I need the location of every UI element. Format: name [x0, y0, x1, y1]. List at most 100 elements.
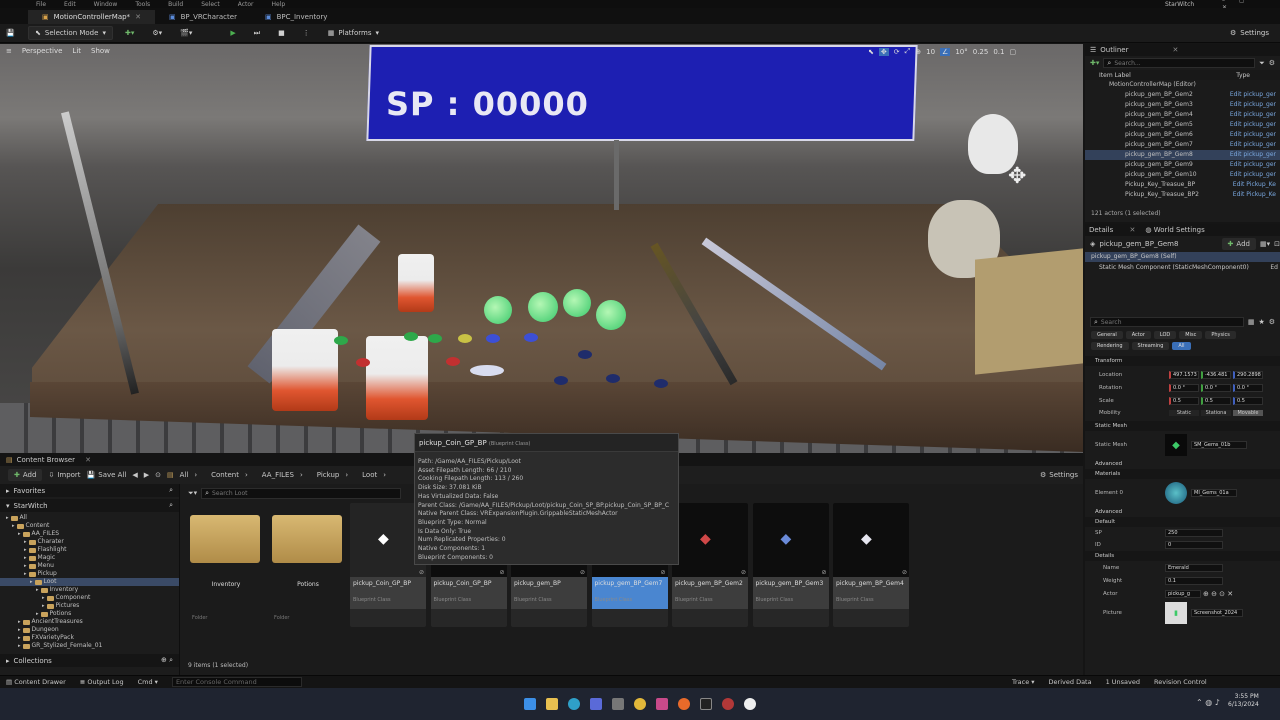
add-icon[interactable]: ✚▾ — [1090, 59, 1099, 67]
outliner-row-type[interactable]: Edit pickup_ger — [1230, 170, 1276, 180]
folder-tile[interactable]: Inventory Folder — [188, 503, 264, 627]
filter-chip[interactable]: All — [1172, 342, 1191, 350]
material-field[interactable]: MI_Gems_01a — [1191, 489, 1237, 497]
tree-item[interactable]: ▸ Magic — [0, 554, 179, 562]
filter-chip[interactable]: Streaming — [1131, 342, 1170, 350]
breadcrumb-content[interactable]: Content — [211, 471, 239, 479]
project-section[interactable]: ▾ StarWitch ⌕ — [0, 499, 179, 512]
tree-item[interactable]: ▸ Inventory — [0, 586, 179, 594]
outliner-row[interactable]: pickup_gem_BP_Gem7 Edit pickup_ger — [1085, 140, 1280, 150]
perspective-button[interactable]: Perspective — [22, 47, 63, 55]
breadcrumb-pickup[interactable]: Pickup — [317, 471, 340, 479]
skip-icon[interactable]: ⏭ — [248, 26, 266, 40]
cmd-dropdown[interactable]: Cmd ▾ — [138, 678, 158, 686]
add-component-button[interactable]: ✚ Add — [1221, 238, 1256, 250]
stop-icon[interactable]: ■ — [272, 26, 291, 40]
outliner-row-type[interactable]: Edit pickup_ger — [1230, 120, 1276, 130]
breadcrumb-loot[interactable]: Loot — [362, 471, 377, 479]
gem-ruby[interactable] — [356, 358, 370, 367]
chrome-icon[interactable] — [634, 698, 646, 710]
potion-jar[interactable] — [272, 329, 338, 411]
tree-item[interactable]: ▸ Dungeon — [0, 626, 179, 634]
menu-build[interactable]: Build — [168, 1, 183, 8]
details-section[interactable]: Details — [1085, 551, 1280, 561]
outliner-row-type[interactable]: Edit pickup_ger — [1230, 150, 1276, 160]
tab-motion-controller-map[interactable]: ▣ MotionControllerMap* ✕ — [28, 9, 155, 24]
settings-button[interactable]: ⚙ Settings — [1224, 26, 1275, 40]
play-button[interactable]: ▶ — [224, 26, 241, 40]
tree-item[interactable]: ▸ Loot — [0, 578, 179, 586]
content-drawer-button[interactable]: ▤ Content Drawer — [6, 678, 66, 686]
add-actor-icon[interactable]: ✚▾ — [119, 26, 140, 40]
id-field[interactable]: 0 — [1165, 541, 1223, 549]
gem-sapphire[interactable] — [524, 333, 538, 342]
mobility-option[interactable]: Static — [1169, 410, 1199, 416]
menu-actor[interactable]: Actor — [238, 1, 254, 8]
save-icon[interactable]: 💾 — [6, 29, 22, 37]
location-field[interactable]: -436.481 — [1201, 370, 1231, 379]
outliner-search-input[interactable]: Search... — [1114, 60, 1140, 67]
scale-field[interactable]: 0.5 — [1169, 396, 1199, 405]
unreal-icon[interactable] — [744, 698, 756, 710]
show-button[interactable]: Show — [91, 47, 110, 55]
close-icon[interactable]: ✕ — [85, 456, 91, 464]
chevron-icon[interactable]: ▸ — [36, 610, 39, 618]
search-icon[interactable]: ⌕ — [169, 486, 173, 495]
davinci-icon[interactable] — [722, 698, 734, 710]
outliner-row[interactable]: Pickup_Key_Treasue_BP Edit Pickup_Ke — [1085, 180, 1280, 190]
favorites-section[interactable]: ▸ Favorites ⌕ — [0, 484, 179, 497]
actor-field[interactable]: pickup_g — [1165, 589, 1201, 598]
world-icon[interactable]: ⊕ — [915, 48, 921, 56]
tree-item[interactable]: ▸ Potions — [0, 610, 179, 618]
tab-bp-vrcharacter[interactable]: ▣ BP_VRCharacter — [155, 10, 251, 24]
chevron-icon[interactable]: ▸ — [24, 546, 27, 554]
coin[interactable] — [554, 376, 568, 385]
tray-clock[interactable]: 3:55 PM 6/13/2024 — [1228, 693, 1259, 709]
green-potion[interactable] — [563, 289, 591, 317]
revision-control-button[interactable]: Revision Control — [1154, 678, 1207, 686]
star-icon[interactable]: ★ — [1258, 318, 1264, 326]
chevron-icon[interactable]: ▸ — [42, 594, 45, 602]
history-icon[interactable]: ⊙ — [155, 471, 161, 479]
menu-tools[interactable]: Tools — [135, 1, 150, 8]
platforms-button[interactable]: ▦ Platforms ▾ — [322, 26, 385, 40]
chevron-icon[interactable]: ▸ — [6, 514, 9, 522]
blueprint-menu-icon[interactable]: ⚙▾ — [146, 26, 168, 40]
console-input[interactable]: Enter Console Command — [171, 677, 302, 687]
advanced-section[interactable]: Advanced — [1085, 507, 1280, 517]
back-icon[interactable]: ◀ — [132, 471, 137, 479]
details-tab[interactable]: Details ✕ — [1089, 226, 1135, 234]
translate-icon[interactable]: ✥ — [878, 47, 889, 56]
filter-icon[interactable]: ⏷▾ — [188, 489, 197, 498]
chevron-icon[interactable]: ▸ — [24, 570, 27, 578]
outliner-search[interactable]: ⌕ Search... — [1103, 58, 1256, 68]
chevron-icon[interactable]: ▸ — [36, 586, 39, 594]
static-mesh-section[interactable]: Static Mesh — [1085, 421, 1280, 431]
camera-icon[interactable] — [612, 698, 624, 710]
name-field[interactable]: Emerald — [1165, 563, 1223, 572]
add-button[interactable]: ✚ Add — [8, 469, 43, 481]
forward-icon[interactable]: ▶ — [144, 471, 149, 479]
options-icon[interactable]: ⋮ — [297, 26, 316, 40]
menu-help[interactable]: Help — [272, 1, 286, 8]
rotation-field[interactable]: 0.0 ° — [1201, 383, 1231, 392]
outliner-row[interactable]: pickup_gem_BP_Gem5 Edit pickup_ger — [1085, 120, 1280, 130]
details-search-input[interactable]: Search — [1101, 319, 1122, 326]
asset-tile[interactable]: ◆ ⊘ pickup_gem_BP_Gem3 Blueprint Class — [752, 503, 829, 627]
outliner-row-type[interactable]: Edit pickup_ger — [1230, 100, 1276, 110]
actor-picker-icons[interactable]: ⊕ ⊖ ⊙ ✕ — [1203, 590, 1233, 598]
gem-emerald[interactable] — [334, 336, 348, 345]
filter-chip[interactable]: LOD — [1153, 331, 1177, 339]
close-icon[interactable]: ✕ — [1172, 46, 1178, 54]
grid-snap-value[interactable]: 10 — [926, 48, 935, 56]
search-box[interactable]: ⌕ Search Loot — [201, 488, 402, 499]
tree-item[interactable]: ▸ AncientTreasures — [0, 618, 179, 626]
sequence-icon[interactable]: 🎬▾ — [174, 26, 198, 40]
scale-label[interactable]: Scale — [1091, 398, 1167, 404]
outliner-row-type[interactable]: Edit Pickup_Ke — [1233, 180, 1276, 190]
chevron-icon[interactable]: ▸ — [18, 618, 21, 626]
gem-diamond[interactable] — [470, 365, 504, 376]
gem-emerald[interactable] — [404, 332, 418, 341]
gem-topaz[interactable] — [458, 334, 472, 343]
tree-item[interactable]: ▸ AA_FILES — [0, 530, 179, 538]
